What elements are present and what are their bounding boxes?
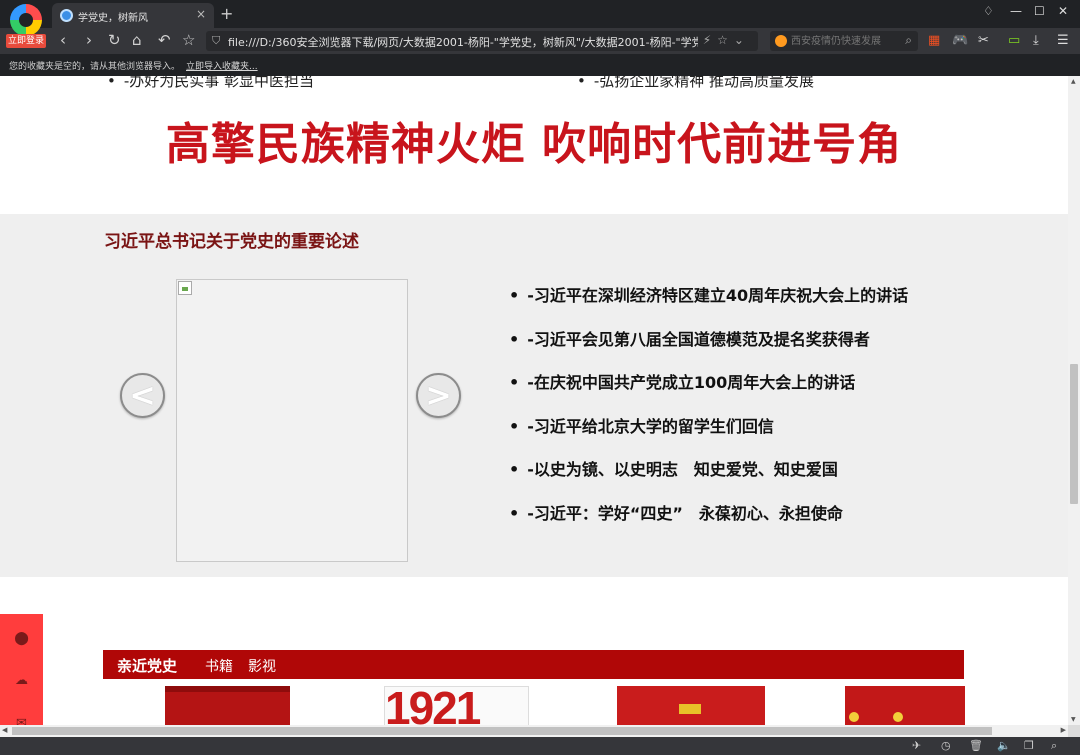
speech-link[interactable]: -在庆祝中国共产党成立100周年大会上的讲话	[509, 373, 908, 417]
side-float-bar: ⬤ ☁ ✉	[0, 614, 43, 725]
speech-link[interactable]: -习近平会见第八届全国道德模范及提名奖获得者	[509, 330, 908, 374]
page-viewport: -办好为民实事 彰显中医担当 -弘扬企业家精神 推动高质量发展 高擎民族精神火炬…	[0, 76, 1068, 725]
trash-icon[interactable]: 🗑	[969, 739, 983, 752]
tab-films[interactable]: 影视	[248, 656, 276, 676]
vertical-scrollbar[interactable]: ▲ ▼	[1068, 76, 1080, 725]
party-history-bar: 亲近党史 书籍 影视	[103, 650, 964, 679]
import-bookmarks-link[interactable]: 立即导入收藏夹...	[186, 62, 258, 72]
skin-icon[interactable]: ♢	[983, 4, 994, 18]
book-cover[interactable]	[165, 686, 290, 725]
history-icon[interactable]: ◷	[941, 739, 951, 752]
search-engine-icon[interactable]	[775, 35, 787, 47]
carousel-prev-button[interactable]: <	[120, 373, 165, 418]
scrollbar-corner	[1068, 725, 1080, 737]
minimize-icon[interactable]: —	[1010, 4, 1022, 18]
refresh-icon[interactable]: ↻	[108, 31, 121, 49]
navigation-bar: ‹ › ↻ ⌂ ↶ ☆ ⛉ file:///D:/360安全浏览器下载/网页/大…	[0, 28, 1080, 54]
url-text[interactable]: file:///D:/360安全浏览器下载/网页/大数据2001-杨阳-"学党史…	[228, 34, 698, 50]
location-pin-icon[interactable]: ⬤	[13, 630, 30, 647]
forward-icon[interactable]: ›	[86, 31, 92, 49]
book-cover[interactable]	[845, 686, 965, 725]
search-input[interactable]	[791, 33, 896, 49]
tab-close-icon[interactable]: ×	[196, 7, 206, 21]
broken-image-icon	[178, 281, 192, 295]
close-window-icon[interactable]: ✕	[1058, 4, 1068, 18]
tab-favicon-icon	[60, 9, 73, 22]
battery-icon[interactable]: ▭	[1008, 33, 1020, 48]
bookmarks-bar: 您的收藏夹是空的，请从其他浏览器导入。 立即导入收藏夹...	[0, 54, 1080, 76]
apps-icon[interactable]: ▦	[928, 33, 940, 48]
download-icon[interactable]: ⤓	[1033, 33, 1039, 48]
news-link-right[interactable]: -弘扬企业家精神 推动高质量发展	[577, 76, 814, 91]
logo-icon	[10, 4, 42, 36]
news-link-left[interactable]: -办好为民实事 彰显中医担当	[107, 76, 314, 91]
address-bar-actions-icon[interactable]: ⚡☆⌄	[703, 33, 750, 47]
menu-icon[interactable]: ☰	[1057, 33, 1069, 48]
banner-title: 高擎民族精神火炬 吹响时代前进号角	[165, 119, 903, 170]
book-cover-title: 1921	[385, 682, 481, 725]
speech-list: -习近平在深圳经济特区建立40周年庆祝大会上的讲话 -习近平会见第八届全国道德模…	[509, 286, 908, 547]
speech-link[interactable]: -习近平给北京大学的留学生们回信	[509, 417, 908, 461]
accelerate-icon[interactable]: ✈	[912, 739, 921, 752]
bookmark-message-text: 您的收藏夹是空的，请从其他浏览器导入。	[9, 62, 181, 72]
back-icon[interactable]: ‹	[60, 31, 66, 49]
horizontal-scroll-thumb[interactable]	[12, 727, 992, 735]
bookmark-star-icon[interactable]: ☆	[182, 31, 195, 49]
book-emblem	[679, 704, 701, 714]
tab-books[interactable]: 书籍	[205, 656, 233, 676]
tab-title: 学党史，树新风	[78, 13, 148, 24]
game-icon[interactable]: 🎮	[952, 33, 968, 48]
vertical-scroll-thumb[interactable]	[1070, 364, 1078, 504]
search-box[interactable]: ⌕	[770, 31, 918, 51]
scroll-up-icon[interactable]: ▲	[1071, 78, 1076, 85]
title-bar: 学党史，树新风 × + ♢ — ☐ ✕	[0, 0, 1080, 28]
party-history-section: 习近平总书记关于党史的重要论述 < > -习近平在深圳经济特区建立40周年庆祝大…	[0, 214, 1068, 577]
screenshot-scissors-icon[interactable]: ✂	[978, 33, 989, 48]
window-mode-icon[interactable]: ❐	[1024, 739, 1034, 752]
address-bar[interactable]: ⛉ file:///D:/360安全浏览器下载/网页/大数据2001-杨阳-"学…	[206, 31, 758, 51]
maximize-icon[interactable]: ☐	[1034, 4, 1045, 18]
browser-logo[interactable]: 立即登录	[6, 4, 46, 48]
scroll-right-icon[interactable]: ▶	[1061, 726, 1066, 734]
page-info-icon[interactable]: ⛉	[212, 34, 220, 48]
party-bar-title[interactable]: 亲近党史	[117, 655, 177, 676]
wechat-icon[interactable]: ☁	[13, 672, 30, 689]
status-bar: ✈ ◷ 🗑 🔈 ❐ ⌕	[0, 737, 1080, 755]
undo-icon[interactable]: ↶	[158, 31, 171, 49]
mail-icon[interactable]: ✉	[13, 715, 30, 725]
scroll-down-icon[interactable]: ▼	[1071, 716, 1076, 723]
bookmark-empty-message: 您的收藏夹是空的，请从其他浏览器导入。 立即导入收藏夹...	[9, 59, 258, 72]
speech-link[interactable]: -习近平：学好“四史” 永葆初心、永担使命	[509, 504, 908, 548]
browser-tab[interactable]: 学党史，树新风 ×	[52, 3, 214, 28]
party-emblem-icon	[893, 712, 903, 722]
book-cover[interactable]: 1921	[384, 682, 529, 725]
home-icon[interactable]: ⌂	[132, 31, 142, 49]
new-tab-button[interactable]: +	[220, 4, 233, 23]
carousel-image[interactable]	[176, 279, 408, 562]
volume-icon[interactable]: 🔈	[997, 739, 1011, 752]
party-emblem-icon	[849, 712, 859, 722]
scroll-left-icon[interactable]: ◀	[2, 726, 7, 734]
speech-link[interactable]: -习近平在深圳经济特区建立40周年庆祝大会上的讲话	[509, 286, 908, 330]
section-title: 习近平总书记关于党史的重要论述	[104, 232, 359, 252]
book-cover[interactable]	[617, 686, 765, 725]
search-icon[interactable]: ⌕	[905, 33, 912, 48]
horizontal-scrollbar[interactable]: ◀ ▶	[0, 725, 1068, 737]
speech-link[interactable]: -以史为镜、以史明志 知史爱党、知史爱国	[509, 460, 908, 504]
zoom-icon[interactable]: ⌕	[1051, 739, 1057, 753]
carousel-next-button[interactable]: >	[416, 373, 461, 418]
login-badge[interactable]: 立即登录	[6, 34, 46, 48]
